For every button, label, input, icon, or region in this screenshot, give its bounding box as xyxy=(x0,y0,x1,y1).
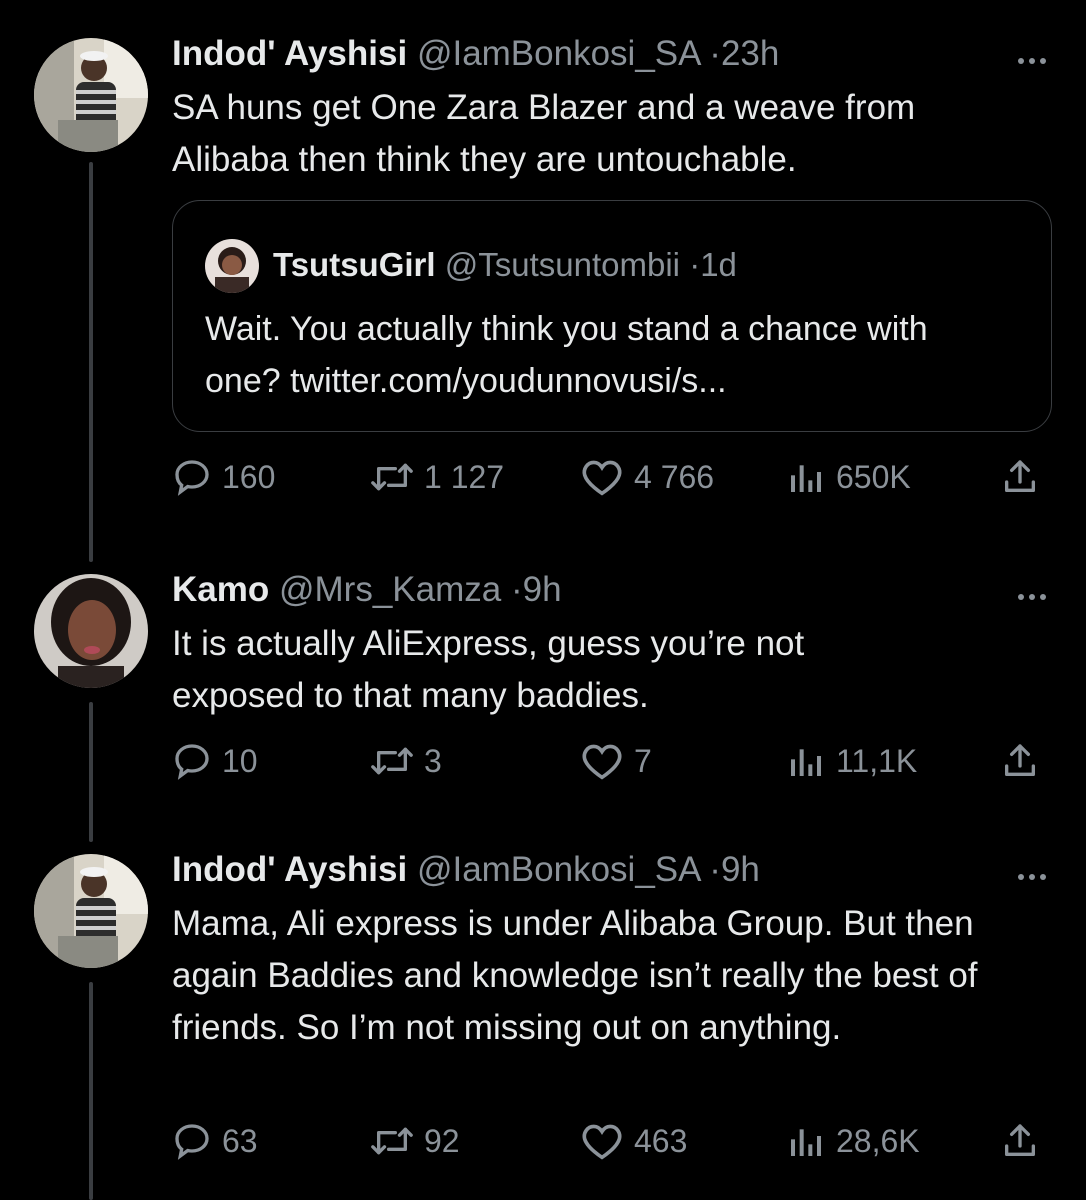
separator: · xyxy=(689,246,701,283)
thread-line xyxy=(89,702,93,842)
like-icon xyxy=(582,744,622,780)
action-bar: 10 3 7 11,1K xyxy=(172,738,1086,784)
views-count: 28,6K xyxy=(836,1122,920,1159)
retweet-count: 1 127 xyxy=(424,458,505,495)
views-button[interactable]: 650K xyxy=(786,454,911,500)
views-icon xyxy=(791,1129,821,1156)
share-button[interactable] xyxy=(1000,1118,1050,1164)
more-icon[interactable] xyxy=(1013,576,1046,606)
views-count: 11,1K xyxy=(836,742,918,779)
separator: · xyxy=(709,34,721,73)
like-button[interactable]: 7 xyxy=(580,738,652,784)
views-icon xyxy=(791,749,821,776)
thread-line xyxy=(89,982,93,1200)
retweet-count: 92 xyxy=(424,1122,460,1159)
reply-button[interactable]: 10 xyxy=(172,738,258,784)
more-icon[interactable] xyxy=(1013,856,1046,886)
thread-line xyxy=(89,162,93,562)
tweet-header: Indod' Ayshisi @IamBonkosi_SA ·23h xyxy=(172,30,779,78)
reply-button[interactable]: 63 xyxy=(172,1118,258,1164)
separator: · xyxy=(510,570,523,609)
retweet-count: 3 xyxy=(424,742,442,779)
share-icon xyxy=(1005,1124,1035,1156)
like-icon xyxy=(582,1124,622,1160)
views-button[interactable]: 28,6K xyxy=(786,1118,920,1164)
reply-count: 63 xyxy=(222,1122,258,1159)
reply-button[interactable]: 160 xyxy=(172,454,275,500)
like-button[interactable]: 4 766 xyxy=(580,454,714,500)
avatar[interactable] xyxy=(34,574,148,688)
quoted-display-name: TsutsuGirl xyxy=(273,246,436,283)
tweet-text: It is actually AliExpress, guess you’re … xyxy=(172,624,805,715)
reply-icon xyxy=(175,460,209,496)
retweet-button[interactable]: 3 xyxy=(370,738,442,784)
retweet-button[interactable]: 92 xyxy=(370,1118,460,1164)
share-button[interactable] xyxy=(1000,738,1050,784)
share-icon xyxy=(1005,460,1035,492)
like-button[interactable]: 463 xyxy=(580,1118,687,1164)
retweet-icon xyxy=(371,1127,413,1155)
more-icon[interactable] xyxy=(1013,40,1046,70)
user-handle[interactable]: @IamBonkosi_SA xyxy=(417,34,700,73)
tweet-header: Indod' Ayshisi @IamBonkosi_SA ·9h xyxy=(172,846,760,894)
views-button[interactable]: 11,1K xyxy=(786,738,917,784)
tweet-text: Mama, Ali express is under Alibaba Group… xyxy=(172,904,978,1047)
retweet-icon xyxy=(371,747,413,775)
display-name[interactable]: Kamo xyxy=(172,570,269,609)
avatar[interactable] xyxy=(34,854,148,968)
quoted-avatar[interactable] xyxy=(205,239,259,293)
share-button[interactable] xyxy=(1000,454,1050,500)
reply-count: 160 xyxy=(222,458,276,495)
action-bar: 160 1 127 4 766 650K xyxy=(172,454,1086,500)
reply-icon xyxy=(175,744,209,780)
avatar[interactable] xyxy=(34,38,148,152)
timestamp[interactable]: 9h xyxy=(721,850,760,889)
reply-count: 10 xyxy=(222,742,258,779)
user-handle[interactable]: @IamBonkosi_SA xyxy=(417,850,700,889)
separator: · xyxy=(709,850,721,889)
quoted-handle: @Tsutsuntombii xyxy=(444,246,681,283)
user-handle[interactable]: @Mrs_Kamza xyxy=(279,570,501,609)
reply-icon xyxy=(175,1124,209,1160)
display-name[interactable]: Indod' Ayshisi xyxy=(172,850,407,889)
views-icon xyxy=(791,465,821,492)
share-icon xyxy=(1005,744,1035,776)
quoted-text: Wait. You actually think you stand a cha… xyxy=(205,310,928,400)
tweet-header: Kamo @Mrs_Kamza ·9h xyxy=(172,566,562,614)
action-bar: 63 92 463 28,6K xyxy=(172,1118,1086,1164)
timestamp[interactable]: 9h xyxy=(523,570,562,609)
retweet-icon xyxy=(371,463,413,491)
views-count: 650K xyxy=(836,458,911,495)
tweet-text: SA huns get One Zara Blazer and a weave … xyxy=(172,88,916,179)
retweet-button[interactable]: 1 127 xyxy=(370,454,504,500)
quoted-tweet[interactable]: TsutsuGirl @Tsutsuntombii ·1d Wait. You … xyxy=(172,200,1052,432)
timestamp[interactable]: 23h xyxy=(721,34,779,73)
quoted-header: TsutsuGirl @Tsutsuntombii ·1d xyxy=(273,239,737,291)
like-count: 7 xyxy=(634,742,652,779)
like-count: 463 xyxy=(634,1122,688,1159)
like-icon xyxy=(582,460,622,496)
like-count: 4 766 xyxy=(634,458,715,495)
display-name[interactable]: Indod' Ayshisi xyxy=(172,34,407,73)
quoted-timestamp: 1d xyxy=(700,246,737,283)
